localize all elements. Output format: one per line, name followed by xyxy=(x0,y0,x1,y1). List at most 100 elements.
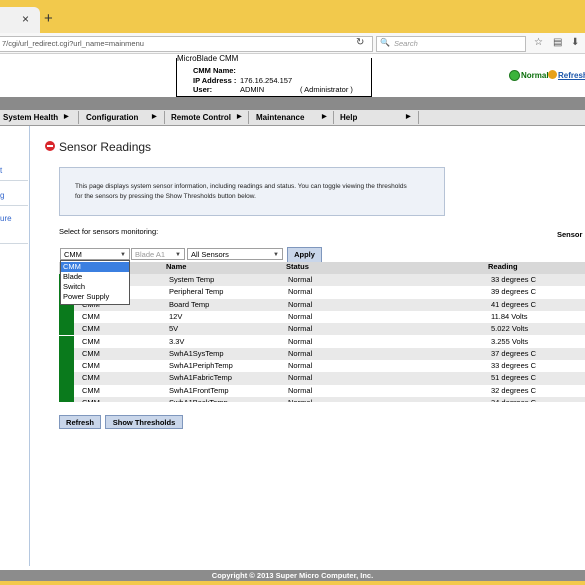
cell-name: SwhA1SysTemp xyxy=(169,348,224,358)
cell-device: CMM xyxy=(82,398,100,402)
cell-name: SwhA1PeriphTemp xyxy=(169,361,233,371)
status-indicator xyxy=(59,347,74,361)
refresh-status-icon[interactable] xyxy=(548,70,557,79)
user-label: User: xyxy=(193,85,213,94)
cell-device: CMM xyxy=(82,361,100,371)
menu-configuration[interactable]: Configuration xyxy=(86,110,138,125)
cell-reading: 3.255 Volts xyxy=(491,336,529,346)
table-row: CMM SwhA1FrontTemp Normal 32 degrees C xyxy=(59,384,585,397)
sidebar-item-2[interactable]: g xyxy=(0,191,4,200)
device-type-value: CMM xyxy=(64,250,82,259)
cell-status: Normal xyxy=(288,299,313,309)
footer-copyright: Copyright © 2013 Super Micro Computer, I… xyxy=(211,571,374,580)
status-indicator xyxy=(59,360,74,373)
ip-address-value: 176.16.254.157 xyxy=(240,76,293,85)
chevron-down-icon: ▼ xyxy=(175,252,181,258)
reading-list-icon[interactable]: ▤ xyxy=(553,37,562,48)
cell-status: Normal xyxy=(288,348,313,358)
table-row: CMM SwhA1PeriphTemp Normal 33 degrees C xyxy=(59,360,585,373)
menu-divider xyxy=(248,111,249,124)
apply-button[interactable]: Apply xyxy=(287,247,322,263)
select-label: Select for sensors monitoring: xyxy=(59,227,159,236)
sidebar-item-3[interactable]: ure xyxy=(0,214,12,223)
system-status-text: Normal xyxy=(521,71,549,80)
menu-divider xyxy=(333,111,334,124)
sensor-type-select[interactable]: All Sensors ▼ xyxy=(187,248,283,260)
dropdown-option-cmm[interactable]: CMM xyxy=(61,262,129,272)
dropdown-option-switch[interactable]: Switch xyxy=(61,282,129,292)
cmm-box-title: MicroBlade CMM xyxy=(177,54,241,63)
menu-arrow-icon: ▶ xyxy=(237,114,242,120)
cell-reading: 41 degrees C xyxy=(491,299,537,309)
description-box: This page displays system sensor informa… xyxy=(59,167,445,216)
menu-divider xyxy=(78,111,79,124)
header-refresh-link[interactable]: Refresh xyxy=(558,71,585,80)
cell-status: Normal xyxy=(288,287,313,297)
cell-name: Board Temp xyxy=(169,299,210,309)
cmm-name-label: CMM Name: xyxy=(193,66,236,75)
url-text[interactable]: 7/cgi/url_redirect.cgi?url_name=mainmenu xyxy=(2,39,144,48)
dropdown-option-blade[interactable]: Blade xyxy=(61,272,129,282)
sensor-title-icon xyxy=(45,141,55,151)
status-indicator xyxy=(59,310,74,324)
menu-arrow-icon: ▶ xyxy=(322,114,327,120)
show-thresholds-button[interactable]: Show Thresholds xyxy=(105,415,183,429)
cell-name: SwhA1FabricTemp xyxy=(169,373,232,383)
menu-arrow-icon: ▶ xyxy=(152,114,157,120)
cell-reading: 33 degrees C xyxy=(491,275,537,284)
refresh-button[interactable]: Refresh xyxy=(59,415,101,429)
status-indicator xyxy=(59,372,74,385)
status-indicator xyxy=(59,397,74,402)
search-input[interactable]: 🔍 Search xyxy=(376,36,526,52)
close-tab-icon[interactable]: × xyxy=(22,12,29,26)
cell-device: CMM xyxy=(82,324,100,334)
cell-status: Normal xyxy=(288,398,312,402)
cell-name: SwhA1BackTemp xyxy=(169,398,228,402)
cell-reading: 11.84 Volts xyxy=(491,311,528,321)
menu-help[interactable]: Help xyxy=(340,110,357,125)
menu-system-health[interactable]: System Health xyxy=(3,110,58,125)
ip-address-label: IP Address : xyxy=(193,76,237,85)
description-text: This page displays system sensor informa… xyxy=(75,183,407,200)
cell-device: CMM xyxy=(82,373,100,383)
cell-name: 12V xyxy=(169,311,183,321)
cell-name: System Temp xyxy=(169,275,215,284)
blade-select[interactable]: Blade A1 ▼ xyxy=(131,248,185,260)
sidebar-item-1[interactable]: t xyxy=(0,166,2,175)
device-type-select[interactable]: CMM ▼ xyxy=(60,248,130,260)
address-bar[interactable]: 7/cgi/url_redirect.cgi?url_name=mainmenu xyxy=(0,36,373,52)
menu-arrow-icon: ▶ xyxy=(406,114,411,120)
status-ok-icon xyxy=(509,70,520,81)
cell-status: Normal xyxy=(288,311,313,321)
table-row: CMM 5V Normal 5.022 Volts xyxy=(59,323,585,336)
bottom-strip xyxy=(0,581,585,585)
status-indicator xyxy=(59,323,74,336)
dropdown-option-power-supply[interactable]: Power Supply xyxy=(61,292,129,302)
search-icon: 🔍 xyxy=(380,38,390,47)
cell-status: Normal xyxy=(288,385,313,395)
bookmark-star-icon[interactable]: ☆ xyxy=(534,37,543,48)
reload-icon[interactable]: ↻ xyxy=(356,37,364,48)
column-header-status: Status xyxy=(286,262,309,271)
sensor-type-value: All Sensors xyxy=(191,250,229,259)
user-value: ADMIN xyxy=(240,85,265,94)
table-header: Name Status Reading xyxy=(59,262,585,274)
menu-remote-control[interactable]: Remote Control xyxy=(171,110,231,125)
cell-status: Normal xyxy=(288,324,313,334)
download-icon[interactable]: ⬇ xyxy=(571,37,579,48)
sidebar-divider xyxy=(0,180,28,181)
cell-reading: 34 degrees C xyxy=(491,398,536,402)
table-row: CMM SwhA1SysTemp Normal 37 degrees C xyxy=(59,347,585,361)
sidebar-divider xyxy=(0,243,28,244)
blade-select-value: Blade A1 xyxy=(135,250,166,259)
new-tab-icon[interactable]: + xyxy=(44,10,53,27)
cell-device: CMM xyxy=(82,385,100,395)
browser-tab[interactable] xyxy=(0,7,40,33)
cell-reading: 39 degrees C xyxy=(491,287,537,297)
table-row: CMM 3.3V Normal 3.255 Volts xyxy=(59,335,585,348)
sidebar-divider xyxy=(0,205,28,206)
menu-maintenance[interactable]: Maintenance xyxy=(256,110,304,125)
cell-status: Normal xyxy=(288,275,313,284)
cell-device: CMM xyxy=(82,311,100,321)
status-indicator xyxy=(59,335,74,348)
